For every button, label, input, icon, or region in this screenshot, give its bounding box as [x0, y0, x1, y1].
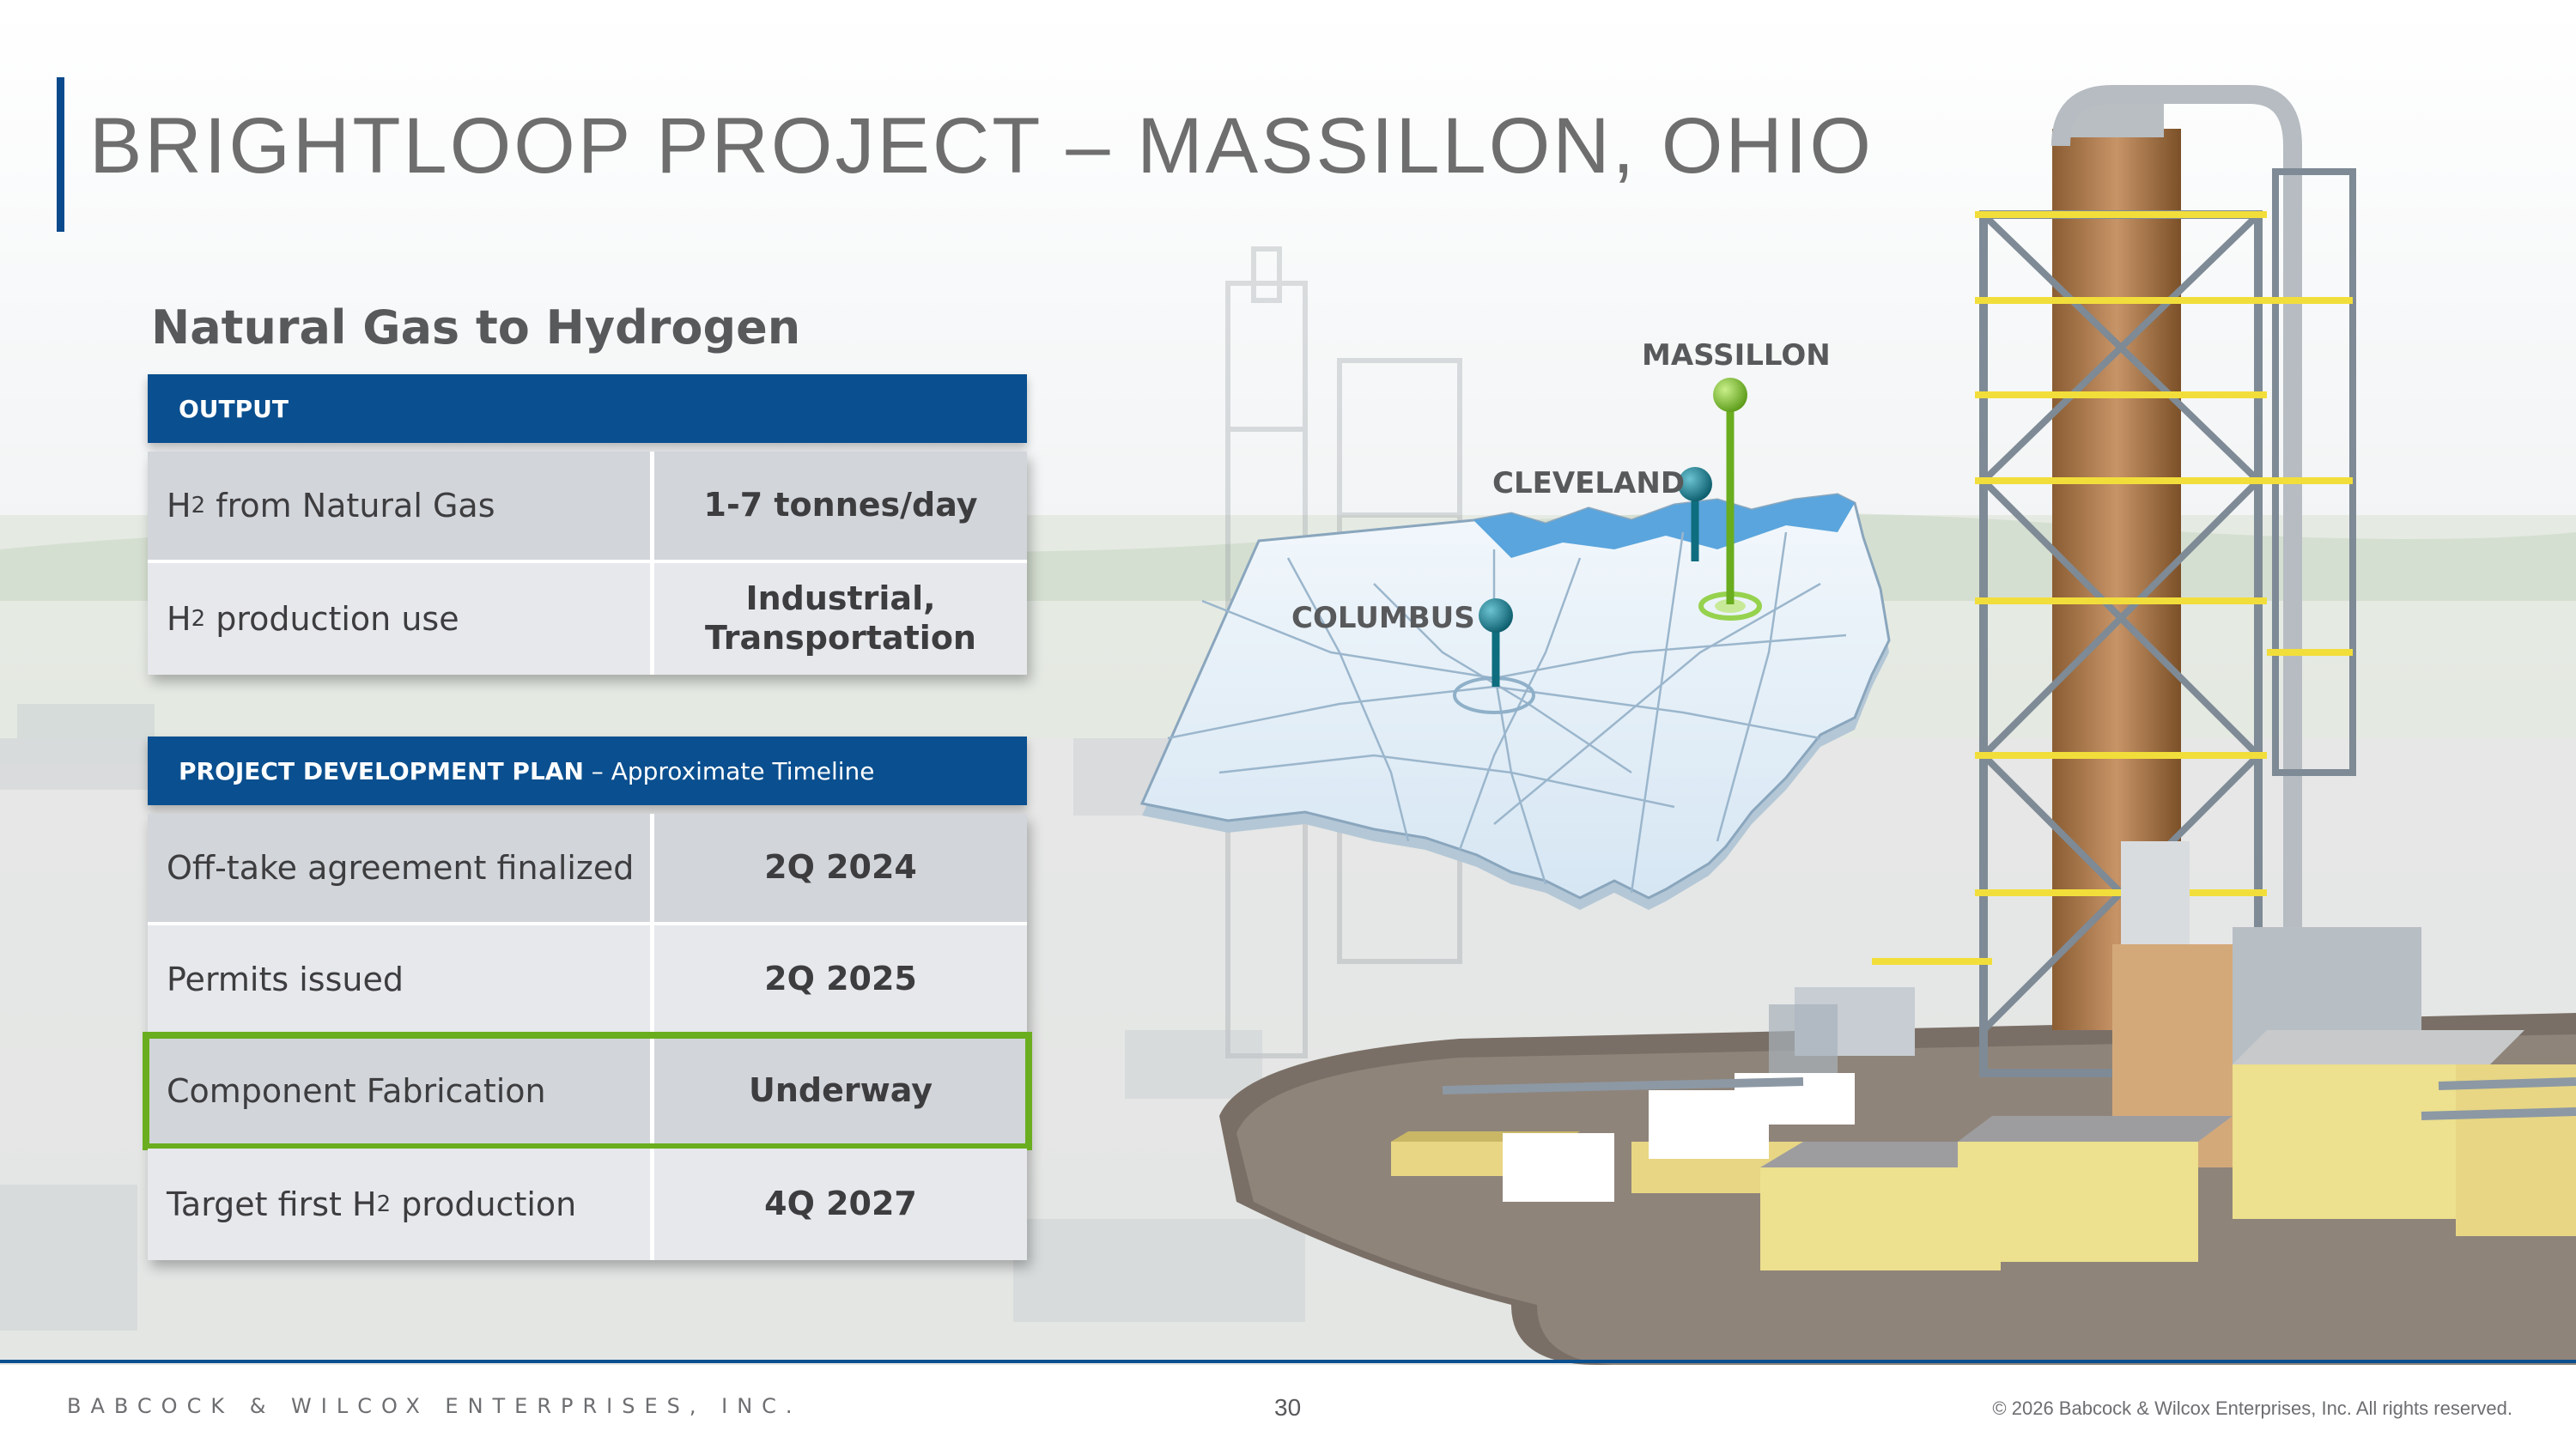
table-row: H2 from Natural Gas 1-7 tonnes/day	[148, 452, 1027, 563]
row-label: Permits issued	[148, 925, 654, 1034]
plan-table-header-rest: – Approximate Timeline	[583, 756, 875, 785]
row-label: H2 production use	[148, 563, 654, 675]
table-row: Permits issued 2Q 2025	[148, 925, 1027, 1037]
label-subscript: 2	[376, 1191, 392, 1217]
table-row-highlighted: Component Fabrication Underway	[143, 1032, 1032, 1150]
map-label-massillon: MASSILLON	[1642, 338, 1831, 373]
label-subscript: 2	[191, 493, 206, 518]
plan-table-body: Off-take agreement finalized 2Q 2024 Per…	[143, 814, 1032, 1260]
plan-table-header: PROJECT DEVELOPMENT PLAN – Approximate T…	[148, 737, 1027, 805]
section-subtitle: Natural Gas to Hydrogen	[151, 300, 801, 355]
label-text: production	[391, 1185, 577, 1223]
page-number: 30	[1274, 1394, 1302, 1421]
title-accent-bar	[57, 77, 64, 232]
table-row: H2 production use Industrial, Transporta…	[148, 563, 1027, 675]
row-value: Underway	[654, 1037, 1027, 1145]
row-label: Off-take agreement finalized	[148, 814, 654, 922]
output-table-header-label: OUTPUT	[179, 394, 289, 423]
label-text: H	[167, 600, 191, 638]
row-value: 2Q 2024	[654, 814, 1027, 922]
label-subscript: 2	[191, 606, 206, 632]
row-value: 2Q 2025	[654, 925, 1027, 1034]
row-label: H2 from Natural Gas	[148, 452, 654, 560]
output-table-body: H2 from Natural Gas 1-7 tonnes/day H2 pr…	[148, 452, 1027, 675]
output-table-header: OUTPUT	[148, 374, 1027, 443]
row-value: 1-7 tonnes/day	[654, 452, 1027, 560]
label-text: from Natural Gas	[205, 487, 495, 524]
label-text: production use	[205, 600, 459, 638]
footer-company-name: BABCOCK & WILCOX ENTERPRISES, INC.	[67, 1394, 802, 1418]
table-row: Target first H2 production 4Q 2027	[148, 1149, 1027, 1260]
output-table: OUTPUT H2 from Natural Gas 1-7 tonnes/da…	[148, 374, 1027, 675]
footer-copyright: © 2026 Babcock & Wilcox Enterprises, Inc…	[1992, 1397, 2512, 1419]
row-value: 4Q 2027	[654, 1149, 1027, 1260]
row-label: Target first H2 production	[148, 1149, 654, 1260]
footer-divider	[0, 1360, 2576, 1363]
development-plan-table: PROJECT DEVELOPMENT PLAN – Approximate T…	[143, 737, 1032, 1260]
page-title: BRIGHTLOOP PROJECT – MASSILLON, OHIO	[89, 102, 1874, 190]
map-label-cleveland: CLEVELAND	[1492, 466, 1686, 500]
plan-table-header-bold: PROJECT DEVELOPMENT PLAN	[179, 756, 584, 785]
slide: BRIGHTLOOP PROJECT – MASSILLON, OHIO Nat…	[0, 0, 2576, 1449]
label-text: Target first H	[167, 1185, 377, 1223]
row-value: Industrial, Transportation	[654, 563, 1027, 675]
table-row: Off-take agreement finalized 2Q 2024	[148, 814, 1027, 925]
label-text: H	[167, 487, 191, 524]
map-label-columbus: COLUMBUS	[1291, 601, 1475, 635]
row-label: Component Fabrication	[148, 1037, 654, 1145]
